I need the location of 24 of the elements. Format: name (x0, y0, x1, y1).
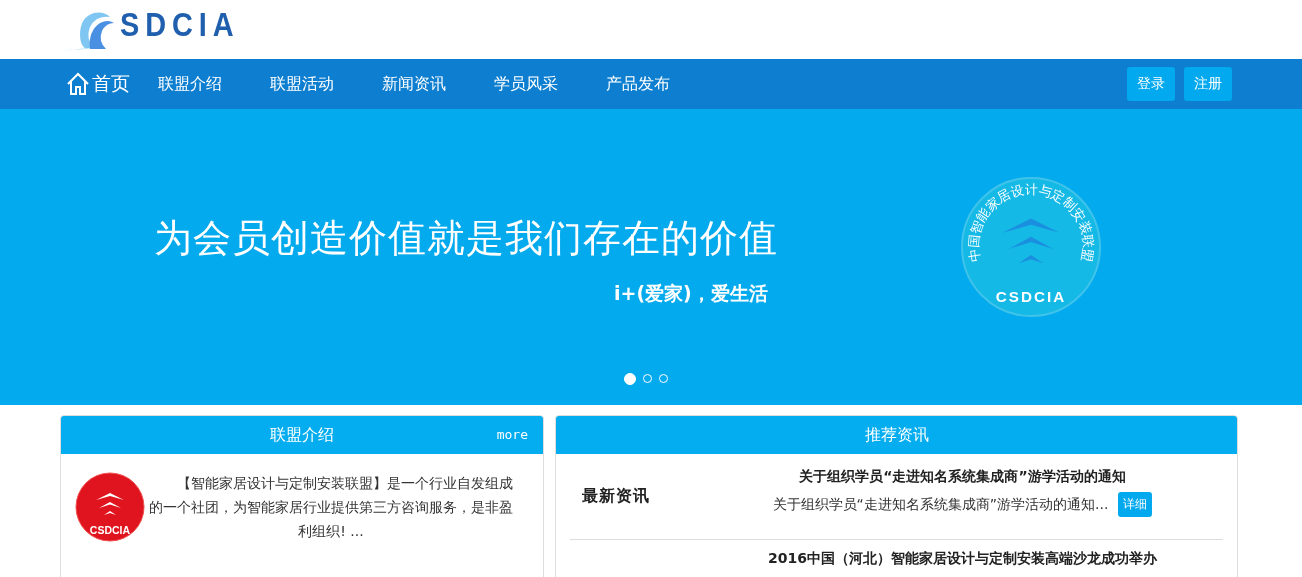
emblem-badge: 中国智能家居设计与定制安装联盟 CSDCIA (960, 176, 1102, 318)
logo-text: SDCIA (120, 6, 240, 45)
nav-button[interactable]: 注册 (1184, 67, 1232, 101)
more-link[interactable]: more (496, 427, 528, 442)
home-link[interactable]: 首页 (66, 71, 130, 97)
news-title[interactable]: 关于组织学员“走进知名系统集成商”游学活动的通知 (799, 468, 1126, 486)
panel-title: 联盟介绍 (270, 424, 334, 446)
nav-link[interactable]: 新闻资讯 (382, 73, 494, 95)
emblem-badge: CSDCIA (75, 471, 145, 542)
detail-button[interactable]: 详细 (1118, 492, 1153, 517)
intro-text: 【智能家居设计与定制安装联盟】是一个行业自发组成的一个社团，为智能家居行业提供第三方咨询服务，是非盈利组织! ... (148, 473, 514, 541)
news-thumb-label: 最新资讯 (582, 486, 650, 505)
nav-button[interactable]: 登录 (1127, 67, 1175, 101)
nav-link[interactable]: 产品发布 (606, 73, 718, 95)
carousel-dot[interactable] (624, 373, 636, 385)
banner-subslogan: i+(爱家)，爱生活 (614, 281, 768, 306)
news-summary: 关于组织学员“走进知名系统集成商”游学活动的通知... (772, 495, 1109, 514)
nav-link[interactable]: 学员风采 (494, 73, 606, 95)
nav-link[interactable]: 联盟介绍 (158, 73, 270, 95)
news-title[interactable]: 2016中国（河北）智能家居设计与定制安装高端沙龙成功举办 (768, 550, 1157, 568)
house-icon (66, 72, 90, 96)
panel-title: 推荐资讯 (864, 424, 929, 446)
banner-slogan: 为会员创造价值就是我们存在的价值 (154, 215, 778, 262)
nav-link[interactable]: 联盟活动 (270, 73, 382, 95)
